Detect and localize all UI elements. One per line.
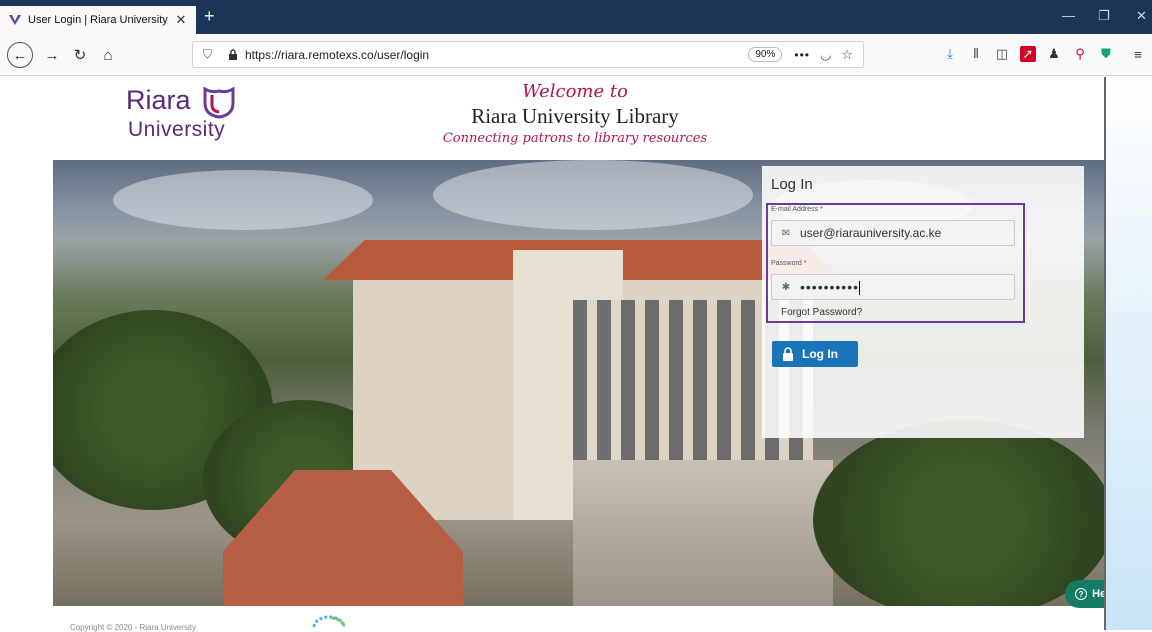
minimize-icon[interactable]: — bbox=[1062, 8, 1075, 23]
extension-pin-icon[interactable]: ⚲ bbox=[1072, 46, 1088, 62]
browser-navbar: ← → ↻ ⌂ ⛉ https://riara.remotexs.co/user… bbox=[0, 34, 1152, 76]
lock-icon[interactable] bbox=[227, 48, 239, 61]
tab-title: User Login | Riara University bbox=[28, 14, 168, 26]
riara-shield-icon bbox=[203, 87, 235, 119]
library-name: Riara University Library bbox=[471, 104, 679, 128]
pocket-icon[interactable]: ◡ bbox=[820, 47, 831, 63]
login-button[interactable]: Log In bbox=[772, 341, 858, 367]
bookmark-star-icon[interactable]: ☆ bbox=[841, 47, 853, 63]
logo-text-university: University bbox=[128, 118, 226, 141]
welcome-text: Welcome to bbox=[522, 81, 628, 102]
close-window-icon[interactable]: ✕ bbox=[1136, 8, 1147, 24]
restore-icon[interactable]: ❐ bbox=[1098, 8, 1110, 24]
riara-logo[interactable]: Riara University bbox=[126, 85, 266, 149]
page-actions-icon[interactable]: ••• bbox=[794, 48, 810, 62]
password-value[interactable]: •••••••••• bbox=[800, 279, 1014, 296]
page-heading: Welcome to Riara University Library Conn… bbox=[380, 81, 770, 146]
forgot-password-link[interactable]: Forgot Password? bbox=[781, 307, 862, 318]
extension-person-icon[interactable]: ♟ bbox=[1046, 46, 1062, 62]
extension-red-icon[interactable]: ➚ bbox=[1020, 46, 1036, 62]
padlock-icon bbox=[783, 347, 793, 361]
library-icon[interactable]: ⫴ bbox=[968, 46, 984, 62]
tab-close-icon[interactable]: ✕ bbox=[174, 12, 188, 28]
extension-shield-icon[interactable]: ⛊ bbox=[1098, 46, 1114, 62]
login-button-label: Log In bbox=[802, 347, 838, 361]
riara-favicon-icon bbox=[9, 15, 21, 25]
question-circle-icon: ? bbox=[1075, 588, 1088, 600]
menu-icon[interactable]: ≡ bbox=[1130, 46, 1146, 62]
password-label: Password * bbox=[771, 260, 807, 267]
reload-icon[interactable]: ↻ bbox=[68, 43, 92, 67]
email-value[interactable]: user@riarauniversity.ac.ke bbox=[800, 226, 1014, 240]
back-icon[interactable]: ← bbox=[7, 42, 33, 68]
browser-tab-bar: User Login | Riara University ✕ + — ❐ ✕ bbox=[0, 0, 1152, 34]
zoom-badge[interactable]: 90% bbox=[748, 47, 783, 62]
loading-spinner-icon bbox=[312, 615, 346, 628]
url-bar[interactable]: ⛉ https://riara.remotexs.co/user/login 9… bbox=[192, 41, 864, 68]
login-title: Log In bbox=[771, 176, 813, 193]
email-label: E-mail Address * bbox=[771, 206, 823, 213]
tracking-shield-icon[interactable]: ⛉ bbox=[203, 47, 217, 62]
envelope-icon: ✉ bbox=[781, 227, 791, 239]
url-text[interactable]: https://riara.remotexs.co/user/login bbox=[245, 48, 748, 62]
downloads-icon[interactable]: ⤓ bbox=[942, 46, 958, 62]
forward-icon[interactable]: → bbox=[40, 43, 64, 67]
asterisk-icon: ✱ bbox=[781, 281, 791, 293]
email-field[interactable]: ✉ user@riarauniversity.ac.ke bbox=[771, 220, 1015, 246]
browser-tab[interactable]: User Login | Riara University ✕ bbox=[0, 6, 196, 34]
page-scrollbar[interactable] bbox=[1104, 77, 1152, 630]
password-field[interactable]: ✱ •••••••••• bbox=[771, 274, 1015, 300]
sidebar-icon[interactable]: ◫ bbox=[994, 46, 1010, 62]
logo-text-riara: Riara bbox=[126, 85, 191, 115]
tagline: Connecting patrons to library resources bbox=[442, 131, 708, 146]
login-panel: Log In E-mail Address * ✉ user@riarauniv… bbox=[762, 166, 1084, 438]
home-icon[interactable]: ⌂ bbox=[96, 43, 120, 67]
new-tab-icon[interactable]: + bbox=[204, 6, 215, 26]
page-content: Riara University Welcome to Riara Univer… bbox=[0, 77, 1126, 632]
copyright-text: Copyright © 2020 - Riara University bbox=[70, 623, 196, 632]
